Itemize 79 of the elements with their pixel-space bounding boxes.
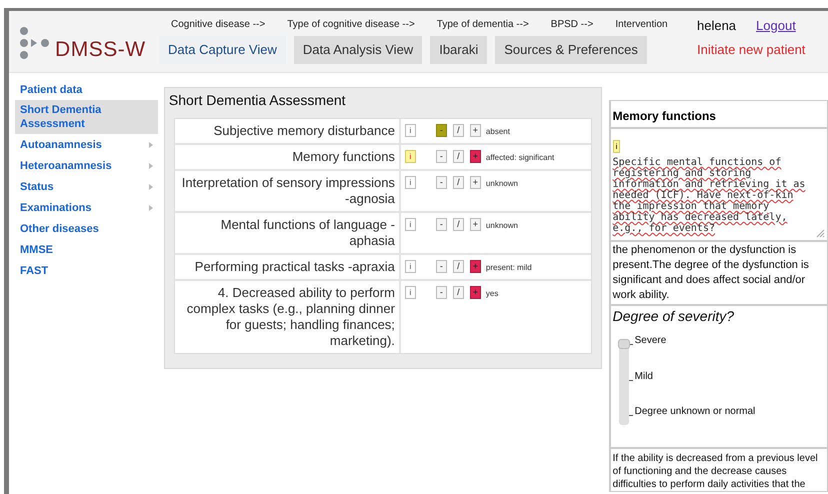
answer-button[interactable]: / — [452, 176, 464, 189]
new-patient-link[interactable]: Initiate new patient — [697, 40, 806, 59]
sidebar-item[interactable]: Autoanamnesis — [15, 134, 158, 155]
sidebar-label: Other diseases — [20, 222, 99, 236]
info-button[interactable]: i — [404, 124, 416, 137]
description-text: the phenomenon or the dysfunction is present.The degree of the dysfunction is significant and does affect social and/or work ability. — [610, 241, 828, 305]
sidebar-label: Status — [20, 180, 54, 194]
sidebar-item[interactable]: Heteroanamnesis — [15, 155, 158, 176]
breadcrumb-link[interactable]: Type of dementia --> — [436, 17, 529, 33]
sidebar-label: Short Dementia Assessment — [20, 103, 102, 131]
question-label: Interpretation of sensory impressions -agnosia — [174, 171, 399, 211]
question-label: 4. Decreased ability to perform complex tasks (e.g., planning dinner for guests; handling finances; marketing). — [174, 281, 399, 353]
question-label: Memory functions — [174, 145, 399, 169]
note-field[interactable]: i Specific mental functions of registering and storing information and retrieving it as needed (ICF). Have next-of-kin the impression that memory ability has decreased lately, e.g., for events? — [610, 128, 828, 241]
logo-text: DMSS-W — [55, 36, 146, 63]
nav-tab[interactable]: Sources & Preferences — [495, 36, 647, 64]
sidebar-label: Examinations — [20, 200, 92, 214]
sidebar-label: FAST — [20, 264, 48, 278]
answer-result: affected: significant — [486, 152, 554, 164]
answer-result: unknown — [486, 220, 518, 232]
breadcrumb-link[interactable]: Intervention — [615, 17, 668, 33]
nav-tab[interactable]: Ibaraki — [430, 36, 488, 64]
sidebar-label: Heteroanamnesis — [20, 158, 112, 172]
answer-result: unknown — [486, 178, 518, 190]
info-button[interactable]: i — [404, 260, 416, 273]
question-label: Performing practical tasks -apraxia — [174, 255, 399, 279]
answer-result: present: mild — [486, 262, 532, 274]
answer-button[interactable]: - — [436, 124, 447, 137]
answer-button[interactable]: / — [452, 124, 464, 137]
sidebar-item[interactable]: Examinations — [15, 197, 158, 218]
username: helena — [697, 17, 736, 35]
severity-label: Severe — [634, 334, 666, 348]
answer-button[interactable]: / — [452, 150, 464, 163]
resize-grip-icon[interactable] — [816, 229, 825, 238]
answer-button[interactable]: + — [470, 124, 481, 137]
question-label: Mental functions of language -aphasia — [174, 213, 399, 253]
answer-button[interactable]: - — [436, 260, 447, 273]
sidebar-label: Autoanamnesis — [20, 138, 102, 152]
sidebar-item[interactable]: Patient data — [15, 79, 158, 100]
sidebar-item[interactable]: Short Dementia Assessment — [15, 100, 158, 134]
sidebar-label: Patient data — [20, 82, 82, 96]
info-title: Memory functions — [610, 100, 828, 128]
question-text: Degree of severity? — [612, 307, 736, 326]
slider-track[interactable] — [618, 339, 629, 425]
panel-title: Short Dementia Assessment — [168, 91, 347, 110]
severity-label: Mild — [634, 370, 653, 384]
nav-tab[interactable]: Data Capture View — [159, 36, 286, 64]
info-button[interactable]: i — [404, 176, 416, 189]
sidebar-item[interactable]: MMSE — [15, 239, 158, 260]
answer-button[interactable]: - — [436, 218, 447, 231]
breadcrumb-link[interactable]: Type of cognitive disease --> — [287, 17, 415, 33]
logout-link[interactable]: Logout — [756, 16, 796, 36]
logo-icon — [19, 26, 51, 60]
severity-label: Degree unknown or normal — [634, 405, 756, 419]
breadcrumb-link[interactable]: BPSD --> — [550, 17, 594, 33]
answer-button[interactable]: / — [452, 260, 464, 273]
answer-result: absent — [486, 126, 510, 138]
footer-text: If the ability is decreased from a previous level of functioning and the decrease causes difficulties to perform daily activities that the — [610, 448, 828, 492]
sidebar-item[interactable]: Status — [15, 176, 158, 197]
sidebar-item[interactable]: FAST — [15, 260, 158, 281]
answer-button[interactable]: / — [452, 286, 464, 299]
info-button[interactable]: i — [404, 218, 416, 231]
answer-button[interactable]: - — [436, 176, 447, 189]
info-button[interactable]: i — [404, 150, 416, 163]
info-marker: i — [612, 140, 620, 153]
answer-button[interactable]: - — [436, 150, 447, 163]
answer-button[interactable]: - — [436, 286, 447, 299]
answer-button[interactable]: + — [470, 218, 481, 231]
sidebar-item[interactable]: Other diseases — [15, 218, 158, 239]
answer-button[interactable]: + — [470, 176, 481, 189]
breadcrumb-link[interactable]: Cognitive disease --> — [171, 17, 266, 33]
answer-result: yes — [486, 288, 498, 300]
question-label: Subjective memory disturbance — [174, 119, 399, 143]
answer-button[interactable]: / — [452, 218, 464, 231]
nav-tab[interactable]: Data Analysis View — [294, 36, 422, 64]
slider-thumb[interactable] — [618, 339, 630, 349]
info-button[interactable]: i — [404, 286, 416, 299]
sidebar-label: MMSE — [20, 242, 53, 256]
note-text: Specific mental functions of registering and storing information and retrieving it as needed (ICF). Have next-of-kin the impression that memory ability has decreased lately, e.g., for events? — [612, 157, 806, 234]
